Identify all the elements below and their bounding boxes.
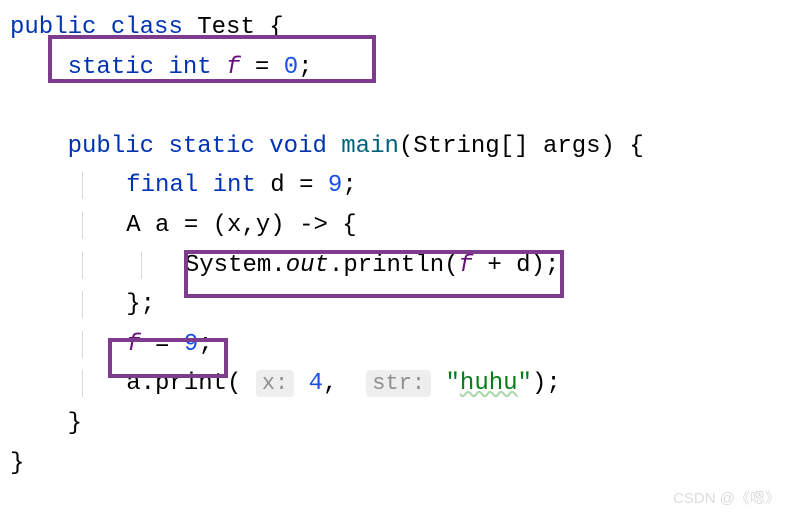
equals: = (141, 331, 184, 358)
field-out: out (286, 252, 329, 279)
equals: = (285, 172, 328, 199)
close-brace-semi: }; (126, 291, 155, 318)
semicolon: ; (198, 331, 212, 358)
semicolon: ; (298, 54, 312, 81)
paren-close-semi: ); (532, 370, 561, 397)
space (431, 370, 445, 397)
keyword-public: public (68, 133, 154, 160)
code-line-8: }; (10, 285, 780, 325)
keyword-void: void (269, 133, 327, 160)
keyword-int: int (213, 172, 256, 199)
number-nine: 9 (184, 331, 198, 358)
code-line-11: } (10, 404, 780, 444)
method-main: main (341, 133, 399, 160)
field-f-ref: f (459, 252, 473, 279)
code-line-10: a.print( x: 4, str: "huhu"); (10, 364, 780, 404)
code-line-5: final int d = 9; (10, 166, 780, 206)
keyword-final: final (126, 172, 198, 199)
field-f-assign: f (126, 331, 140, 358)
code-line-12: } (10, 444, 780, 484)
semicolon: ; (342, 172, 356, 199)
class-system: System (185, 252, 271, 279)
keyword-int: int (168, 54, 211, 81)
keyword-static: static (68, 54, 154, 81)
brace-open: { (255, 14, 284, 41)
dot: . (271, 252, 285, 279)
paren-close-semi: ); (531, 252, 560, 279)
close-brace: } (68, 410, 82, 437)
class-name: Test (197, 14, 255, 41)
a-print-call: a.print( (126, 370, 256, 397)
code-line-6: A a = (x,y) -> { (10, 206, 780, 246)
close-brace: } (10, 450, 24, 477)
param-hint-x: x: (256, 370, 294, 397)
keyword-static: static (168, 133, 254, 160)
param-hint-str: str: (366, 370, 431, 397)
code-line-1: public class Test { (10, 8, 780, 48)
number-four: 4 (309, 370, 323, 397)
type-A: A (126, 212, 140, 239)
brackets: [] (500, 133, 543, 160)
field-f: f (226, 54, 240, 81)
space (294, 370, 308, 397)
code-line-4: public static void main(String[] args) { (10, 127, 780, 167)
var-d: d (270, 172, 284, 199)
code-line-3 (10, 87, 780, 127)
paren-open: ( (399, 133, 413, 160)
equals: = (240, 54, 283, 81)
param-args: args (543, 133, 601, 160)
code-line-9: f = 9; (10, 325, 780, 365)
type-string: String (413, 133, 499, 160)
var-d-ref: d (516, 252, 530, 279)
code-line-7: System.out.println(f + d); (10, 246, 780, 286)
method-println: println (343, 252, 444, 279)
dot: . (329, 252, 343, 279)
string-quote: " (446, 370, 460, 397)
plus-op: + (473, 252, 516, 279)
lambda-decl: a = (x,y) -> { (141, 212, 357, 239)
watermark: CSDN @《嗯》 (673, 487, 780, 512)
code-line-2: static int f = 0; (10, 48, 780, 88)
string-quote: " (518, 370, 532, 397)
string-huhu: huhu (460, 370, 518, 397)
number-zero: 0 (284, 54, 298, 81)
keyword-class: class (111, 14, 183, 41)
paren-open: ( (444, 252, 458, 279)
keyword-public: public (10, 14, 96, 41)
comma: , (323, 370, 366, 397)
number-nine: 9 (328, 172, 342, 199)
paren-close-brace: ) { (601, 133, 644, 160)
